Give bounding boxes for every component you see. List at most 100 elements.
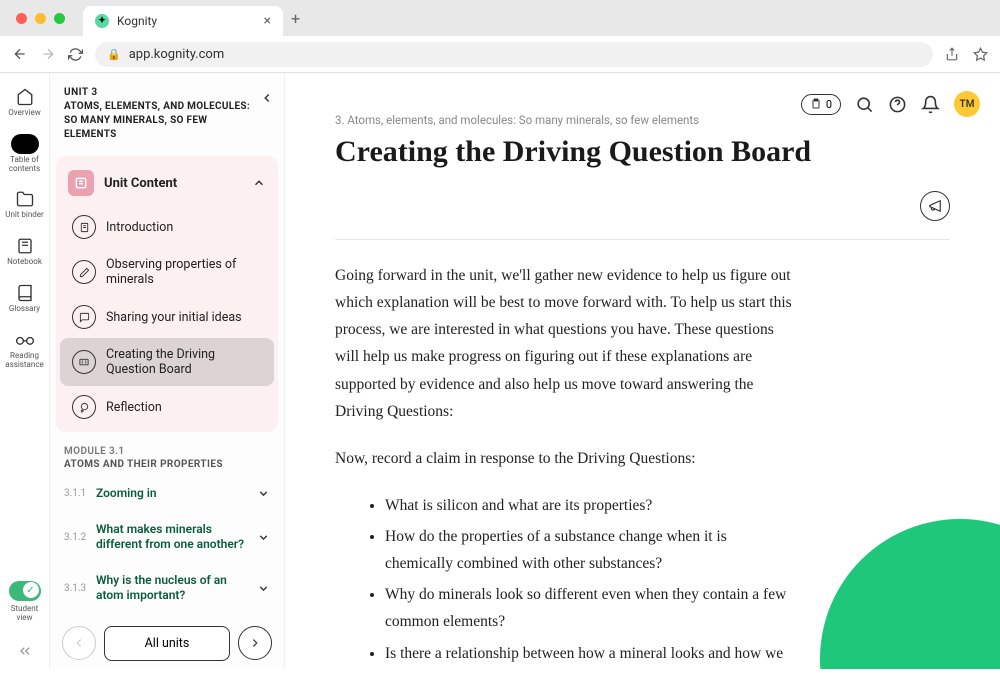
chat-icon xyxy=(72,305,96,329)
rail-label: Overview xyxy=(8,109,40,118)
rail-label: Reading assistance xyxy=(2,352,47,370)
rail-toc[interactable]: Table of contents xyxy=(0,128,49,180)
close-tab-icon[interactable]: × xyxy=(264,13,271,29)
thought-icon xyxy=(72,395,96,419)
toc-reflection[interactable]: Reflection xyxy=(60,386,274,428)
divider xyxy=(335,239,950,240)
favicon-icon: ✦ xyxy=(95,14,109,28)
unit-header[interactable]: UNIT 3 ATOMS, ELEMENTS, AND MOLECULES: S… xyxy=(50,73,284,156)
toc-label: Sharing your initial ideas xyxy=(106,310,242,325)
driving-questions-list: What is silicon and what are its propert… xyxy=(335,492,795,669)
toggle-icon xyxy=(9,581,41,601)
unit-content-header[interactable]: Unit Content xyxy=(56,160,278,206)
unit-content-section: Unit Content Introduction Observing prop… xyxy=(56,156,278,432)
glasses-icon xyxy=(15,330,35,350)
announce-button[interactable] xyxy=(920,191,950,221)
doc-icon xyxy=(72,215,96,239)
rail-label: Notebook xyxy=(7,258,42,267)
student-view-toggle[interactable]: Student view xyxy=(0,575,49,629)
help-button[interactable] xyxy=(888,95,907,114)
rail-label: Glossary xyxy=(9,305,40,314)
lesson-zooming-in[interactable]: 3.1.1 Zooming in xyxy=(50,476,284,512)
book-icon xyxy=(15,283,35,303)
body-paragraph: Going forward in the unit, we'll gather … xyxy=(335,262,795,425)
toc-label: Creating the Driving Question Board xyxy=(106,347,262,377)
rail-unit-binder[interactable]: Unit binder xyxy=(0,183,49,226)
back-button[interactable] xyxy=(12,46,28,62)
list-item: Is there a relationship between how a mi… xyxy=(385,640,795,670)
notifications-button[interactable] xyxy=(921,95,940,114)
unit-title: ATOMS, ELEMENTS, AND MOLECULES: SO MANY … xyxy=(64,100,254,142)
folder-icon xyxy=(15,189,35,209)
toc-observing[interactable]: Observing properties of minerals xyxy=(60,248,274,296)
lesson-number: 3.1.2 xyxy=(64,532,88,543)
browser-chrome: ✦ Kognity × + 🔒 app.kognity.com xyxy=(0,0,1000,73)
browser-tab[interactable]: ✦ Kognity × xyxy=(83,6,283,36)
rail-reading-assist[interactable]: Reading assistance xyxy=(0,324,49,376)
sidebar: UNIT 3 ATOMS, ELEMENTS, AND MOLECULES: S… xyxy=(50,73,285,669)
toc-driving-question[interactable]: Creating the Driving Question Board xyxy=(60,338,274,386)
next-button[interactable] xyxy=(238,626,272,660)
lesson-number: 3.1.1 xyxy=(64,488,88,499)
toc-label: Introduction xyxy=(106,220,173,235)
content-icon xyxy=(68,170,94,196)
forward-button[interactable] xyxy=(40,46,56,62)
top-actions: 0 TM xyxy=(801,91,980,117)
lesson-title: What makes minerals different from one a… xyxy=(96,522,249,553)
pencil-icon xyxy=(72,260,96,284)
rail-notebook[interactable]: Notebook xyxy=(0,230,49,273)
lesson-title: Zooming in xyxy=(96,486,249,502)
clipboard-icon xyxy=(810,98,822,110)
toc-introduction[interactable]: Introduction xyxy=(60,206,274,248)
list-item: Why do minerals look so different even w… xyxy=(385,581,795,635)
home-icon xyxy=(15,87,35,107)
rail-overview[interactable]: Overview xyxy=(0,81,49,124)
maximize-window[interactable] xyxy=(54,13,65,24)
toc-label: Observing properties of minerals xyxy=(106,257,262,287)
assignment-count: 0 xyxy=(826,98,832,111)
tab-title: Kognity xyxy=(117,14,256,28)
module-header: MODULE 3.1 ATOMS AND THEIR PROPERTIES xyxy=(50,432,284,476)
main-content: 0 TM 3. Atoms, elements, and molecules: … xyxy=(285,73,1000,669)
chevron-down-icon xyxy=(257,582,270,595)
section-title: Unit Content xyxy=(104,176,242,191)
page-title: Creating the Driving Question Board xyxy=(335,135,950,169)
lesson-number: 3.1.3 xyxy=(64,583,88,594)
list-item: How do the properties of a substance cha… xyxy=(385,523,795,577)
prev-button[interactable] xyxy=(62,626,96,660)
reload-button[interactable] xyxy=(68,47,83,62)
share-icon[interactable] xyxy=(945,47,959,62)
all-units-button[interactable]: All units xyxy=(104,626,230,661)
url-text: app.kognity.com xyxy=(129,47,225,62)
rail-label: Student view xyxy=(2,605,47,623)
toc-icon xyxy=(11,134,39,154)
list-item: What is silicon and what are its propert… xyxy=(385,492,795,519)
nav-rail: Overview Table of contents Unit binder N… xyxy=(0,73,50,669)
assignments-button[interactable]: 0 xyxy=(801,94,841,115)
chevron-up-icon xyxy=(252,176,266,190)
bookmark-icon[interactable] xyxy=(973,47,988,62)
rail-glossary[interactable]: Glossary xyxy=(0,277,49,320)
unit-number: UNIT 3 xyxy=(64,87,254,98)
search-button[interactable] xyxy=(855,95,874,114)
rail-label: Table of contents xyxy=(2,156,47,174)
toc-sharing[interactable]: Sharing your initial ideas xyxy=(60,296,274,338)
chevron-down-icon xyxy=(257,531,270,544)
url-input[interactable]: 🔒 app.kognity.com xyxy=(95,42,933,67)
close-window[interactable] xyxy=(16,13,27,24)
new-tab-button[interactable]: + xyxy=(291,9,300,28)
module-title: ATOMS AND THEIR PROPERTIES xyxy=(64,459,270,470)
tab-bar: ✦ Kognity × + xyxy=(0,0,1000,36)
sidebar-footer: All units xyxy=(50,614,284,673)
user-avatar[interactable]: TM xyxy=(954,91,980,117)
collapse-rail-button[interactable] xyxy=(17,643,33,659)
toc-label: Reflection xyxy=(106,400,162,415)
lesson-minerals-different[interactable]: 3.1.2 What makes minerals different from… xyxy=(50,512,284,563)
lesson-title: Why is the nucleus of an atom important? xyxy=(96,573,249,604)
minimize-window[interactable] xyxy=(35,13,46,24)
chevron-down-icon xyxy=(257,487,270,500)
chevron-left-icon[interactable] xyxy=(260,91,274,105)
lesson-nucleus[interactable]: 3.1.3 Why is the nucleus of an atom impo… xyxy=(50,563,284,614)
module-number: MODULE 3.1 xyxy=(64,446,270,457)
address-bar: 🔒 app.kognity.com xyxy=(0,36,1000,72)
